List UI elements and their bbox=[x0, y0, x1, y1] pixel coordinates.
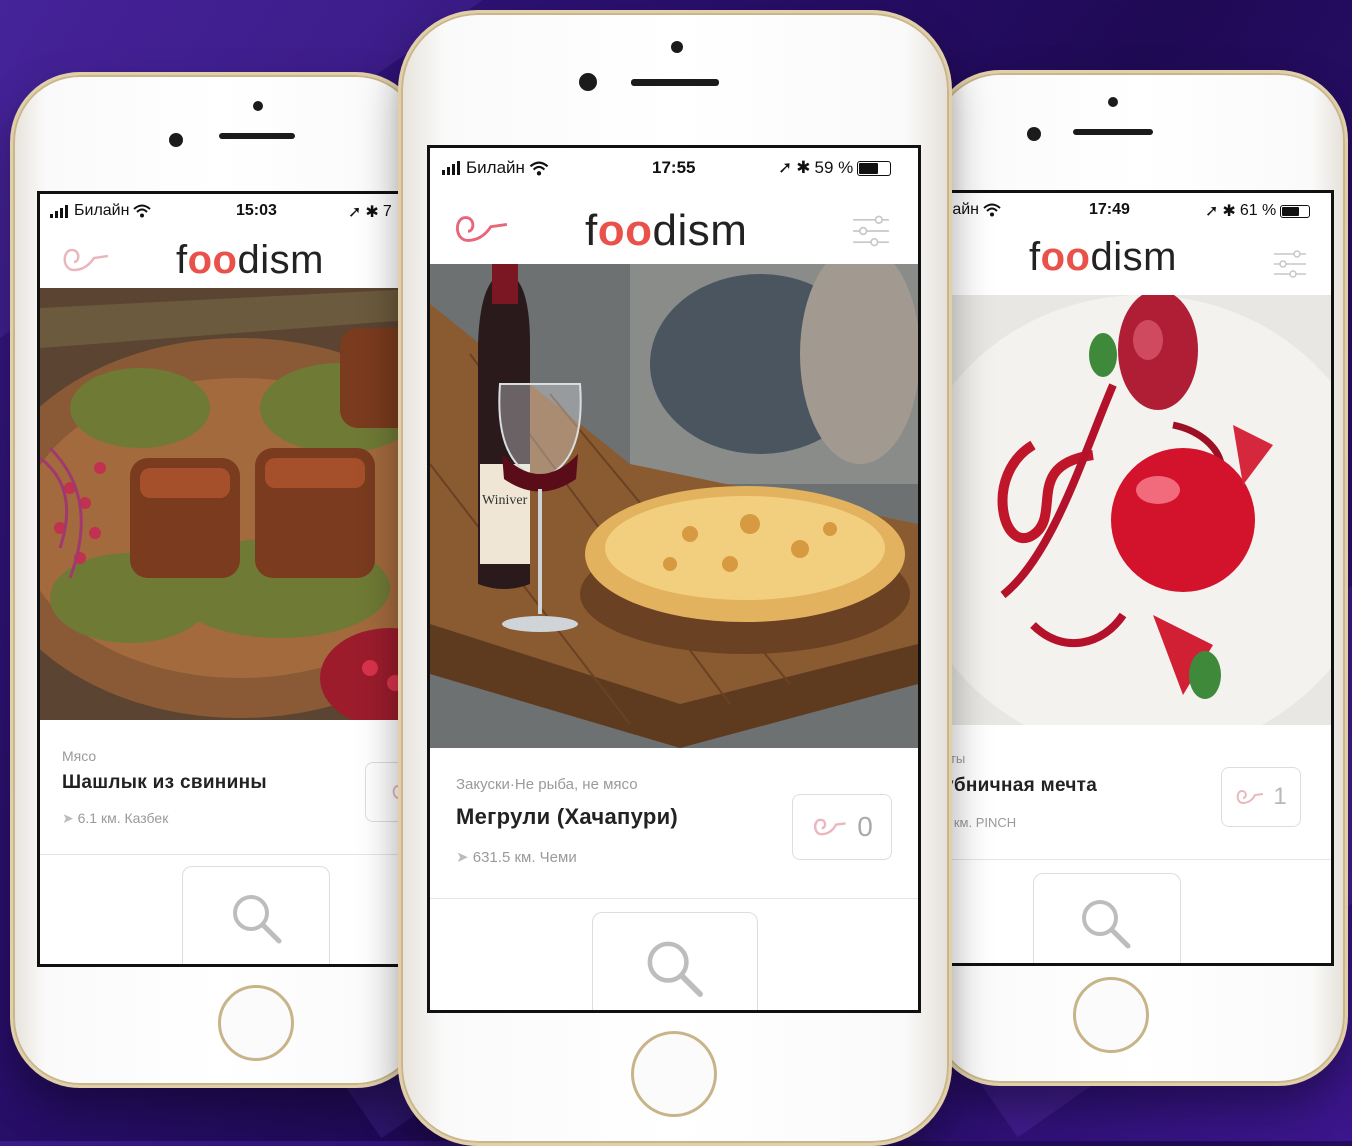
earpiece-speaker bbox=[631, 79, 719, 86]
phone-right: лайн 17:49 ➚ ✱ 61 % foodism рты убничная… bbox=[930, 70, 1348, 1086]
home-button[interactable] bbox=[1073, 977, 1149, 1053]
card-title[interactable]: убничная мечта bbox=[943, 775, 1097, 797]
front-camera bbox=[169, 133, 183, 147]
card-category: Закуски·Не рыба, не мясо bbox=[456, 776, 638, 793]
carrier-name: Билайн bbox=[466, 158, 525, 177]
swirl-icon[interactable] bbox=[60, 242, 116, 278]
front-camera bbox=[579, 73, 597, 91]
sensor-dot bbox=[253, 101, 263, 111]
location-icon: ➚ bbox=[778, 158, 793, 177]
app-screen: Билайн 17:55 ➚ ✱ 59 % foodism Winiver За… bbox=[427, 145, 921, 1013]
phone-left: Билайн 15:03 ➚ ✱ 7 foodism Мясо Шашлык и… bbox=[10, 72, 432, 1088]
svg-text:Winiver: Winiver bbox=[482, 493, 528, 508]
search-tab[interactable] bbox=[1033, 873, 1181, 963]
app-screen: лайн 17:49 ➚ ✱ 61 % foodism рты убничная… bbox=[940, 190, 1334, 966]
search-tab[interactable] bbox=[182, 866, 330, 964]
search-icon bbox=[647, 941, 703, 997]
like-button[interactable]: 1 bbox=[1221, 767, 1301, 827]
wifi-icon bbox=[133, 204, 152, 218]
battery-icon bbox=[857, 160, 892, 176]
filter-icon[interactable] bbox=[852, 212, 890, 250]
bluetooth-icon: ✱ bbox=[365, 204, 379, 221]
card-title[interactable]: Шашлык из свинины bbox=[62, 772, 267, 794]
like-count: 1 bbox=[1273, 783, 1287, 810]
like-count: 0 bbox=[857, 811, 873, 842]
search-icon bbox=[1082, 900, 1131, 949]
carrier-name: Билайн bbox=[74, 202, 130, 219]
swirl-icon bbox=[1236, 789, 1264, 804]
earpiece-speaker bbox=[1073, 129, 1153, 135]
sensor-dot bbox=[1108, 97, 1118, 107]
card-distance: 5 км. PINCH bbox=[943, 815, 1017, 830]
status-time: 17:49 bbox=[1089, 201, 1130, 218]
dish-photo[interactable] bbox=[943, 295, 1331, 725]
phone-center: Билайн 17:55 ➚ ✱ 59 % foodism Winiver За… bbox=[398, 10, 952, 1146]
filter-icon[interactable] bbox=[1273, 247, 1307, 281]
wifi-icon bbox=[983, 203, 1001, 217]
card-category: Мясо bbox=[62, 748, 97, 764]
search-tab[interactable] bbox=[592, 912, 758, 1010]
location-icon: ➤ bbox=[456, 849, 473, 866]
app-screen: Билайн 15:03 ➚ ✱ 7 foodism Мясо Шашлык и… bbox=[37, 191, 432, 967]
status-time: 15:03 bbox=[236, 202, 277, 219]
card-title[interactable]: Мегрули (Хачапури) bbox=[456, 804, 678, 830]
swirl-icon bbox=[814, 818, 846, 836]
app-logo: foodism bbox=[585, 206, 748, 255]
location-icon: ➚ bbox=[1205, 203, 1219, 220]
sensor-dot bbox=[671, 41, 683, 53]
card-distance: ➤ 6.1 км. Казбек bbox=[62, 810, 169, 826]
location-icon: ➤ bbox=[62, 810, 78, 826]
battery-percent: 7 bbox=[382, 203, 392, 220]
earpiece-speaker bbox=[219, 133, 295, 139]
app-logo: foodism bbox=[1029, 235, 1177, 279]
front-camera bbox=[1027, 127, 1041, 141]
swirl-icon[interactable] bbox=[452, 208, 516, 250]
battery-percent: 61 % bbox=[1239, 202, 1277, 219]
status-bar: лайн 17:49 ➚ ✱ 61 % bbox=[943, 193, 1331, 227]
status-bar: Билайн 15:03 ➚ ✱ 7 bbox=[40, 194, 429, 228]
status-bar: Билайн 17:55 ➚ ✱ 59 % bbox=[430, 148, 918, 182]
home-button[interactable] bbox=[631, 1031, 717, 1117]
bluetooth-icon: ✱ bbox=[1222, 203, 1236, 220]
wifi-icon bbox=[529, 161, 549, 175]
dish-photo[interactable] bbox=[40, 288, 429, 720]
dish-photo[interactable]: Winiver bbox=[430, 264, 918, 748]
home-button[interactable] bbox=[218, 985, 294, 1061]
like-button[interactable]: 0 bbox=[792, 794, 892, 860]
location-icon: ➚ bbox=[348, 204, 362, 221]
card-distance: ➤ 631.5 км. Чеми bbox=[456, 849, 577, 866]
battery-icon bbox=[1280, 204, 1311, 218]
bluetooth-icon: ✱ bbox=[796, 158, 811, 177]
battery-percent: 59 % bbox=[814, 158, 854, 177]
app-logo: foodism bbox=[176, 238, 324, 282]
signal-icon bbox=[442, 160, 462, 175]
signal-icon bbox=[50, 204, 70, 218]
search-icon bbox=[233, 895, 282, 944]
status-time: 17:55 bbox=[652, 158, 696, 177]
